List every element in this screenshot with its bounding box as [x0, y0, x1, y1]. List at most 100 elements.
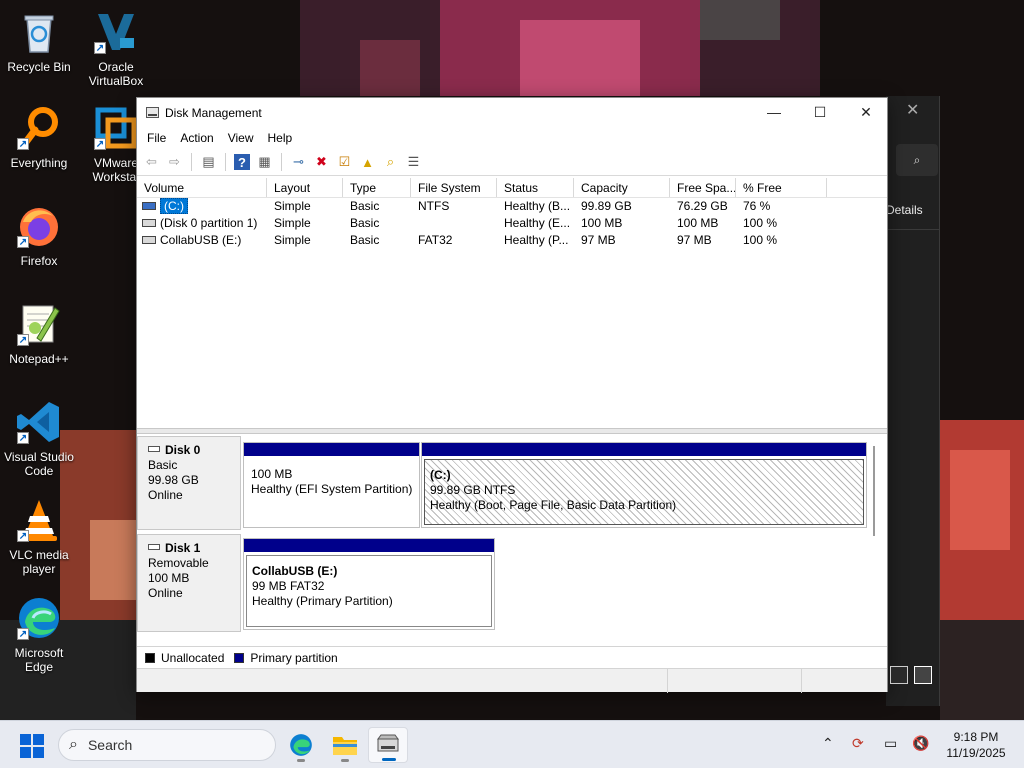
cell-type: Basic	[350, 199, 380, 213]
menu-help[interactable]: Help	[261, 131, 300, 145]
back-arrow-icon[interactable]: ⇦	[141, 152, 162, 173]
network-icon[interactable]: ▭	[884, 735, 897, 752]
sync-icon[interactable]: ⟳	[852, 735, 864, 752]
properties-icon[interactable]: ▦	[254, 152, 275, 173]
menu-action[interactable]: Action	[173, 131, 220, 145]
menu-file[interactable]: File	[140, 131, 173, 145]
cell-type: Basic	[350, 233, 380, 247]
desktop-icon-edge[interactable]: ↗ Microsoft Edge	[0, 594, 78, 674]
volume-icon	[142, 201, 156, 210]
folder-up-icon[interactable]: ▲	[357, 152, 378, 173]
desktop-icon-label: Oracle VirtualBox	[88, 60, 144, 88]
minimize-button[interactable]: —	[751, 98, 797, 127]
disk-state: Online	[148, 488, 183, 502]
column-capacity[interactable]: Capacity	[574, 178, 670, 197]
desktop-icon-label: VLC media player	[9, 548, 69, 576]
list-view-icon[interactable]: ☰	[403, 152, 424, 173]
desktop-icon-label: Firefox	[20, 254, 58, 268]
help-icon[interactable]: ?	[234, 154, 250, 170]
volume-name: CollabUSB (E:)	[160, 233, 242, 247]
start-button[interactable]	[20, 734, 44, 758]
search-placeholder: Search	[87, 737, 133, 753]
desktop-icon-virtualbox[interactable]: ↗ Oracle VirtualBox	[77, 8, 155, 88]
cell-capacity: 99.89 GB	[581, 199, 632, 213]
close-icon[interactable]: ✕	[906, 100, 919, 120]
table-row[interactable]: CollabUSB (E:) Simple Basic FAT32 Health…	[137, 232, 887, 249]
cell-layout: Simple	[274, 199, 311, 213]
maximize-button[interactable]: ☐	[797, 98, 843, 127]
background-window: ✕ ⌕ Details	[886, 96, 940, 706]
cell-file-system	[411, 215, 497, 232]
column-file-system[interactable]: File System	[411, 178, 497, 197]
cell-status: Healthy (E...	[504, 216, 571, 230]
shortcut-arrow-icon: ↗	[94, 138, 106, 150]
menu-view[interactable]: View	[221, 131, 261, 145]
partition-e[interactable]: CollabUSB (E:) 99 MB FAT32 Healthy (Prim…	[243, 538, 495, 630]
recycle-bin-icon	[15, 8, 63, 56]
menu-bar: File Action View Help	[137, 127, 887, 149]
clock-date: 11/19/2025	[946, 746, 1006, 760]
partition-efi[interactable]: 100 MB Healthy (EFI System Partition)	[243, 442, 420, 528]
disk-management-window: Disk Management — ☐ ✕ File Action View H…	[136, 97, 888, 693]
shortcut-arrow-icon: ↗	[94, 42, 106, 54]
cell-free-space: 97 MB	[677, 233, 712, 247]
partition-bar	[244, 443, 419, 456]
column-type[interactable]: Type	[343, 178, 411, 197]
disk-label[interactable]: Disk 0 Basic 99.98 GB Online	[137, 436, 241, 530]
desktop-icon-recycle-bin[interactable]: Recycle Bin	[0, 8, 78, 74]
cell-status: Healthy (P...	[504, 233, 569, 247]
volume-list-header: Volume Layout Type File System Status Ca…	[137, 178, 887, 198]
desktop-icon-vlc[interactable]: ↗ VLC media player	[0, 496, 78, 576]
toolbar-separator	[225, 153, 226, 171]
scrollbar[interactable]	[873, 446, 881, 536]
everything-search-icon: ↗	[15, 104, 63, 152]
shortcut-arrow-icon: ↗	[17, 236, 29, 248]
connect-icon[interactable]: ⊸	[288, 152, 309, 173]
folder-search-icon[interactable]: ⌕	[380, 152, 401, 173]
forward-arrow-icon[interactable]: ⇨	[164, 152, 185, 173]
desktop-icon-label: Notepad++	[9, 352, 69, 366]
virtualbox-icon: ↗	[92, 8, 140, 56]
taskbar-file-explorer[interactable]	[325, 727, 365, 763]
desktop-icon-everything[interactable]: ↗ Everything	[0, 104, 78, 170]
disk-label[interactable]: Disk 1 Removable 100 MB Online	[137, 534, 241, 632]
desktop-icon-notepadpp[interactable]: ↗ Notepad++	[0, 300, 78, 366]
taskbar-disk-management[interactable]	[368, 727, 408, 763]
column-free-space[interactable]: Free Spa...	[670, 178, 736, 197]
taskbar-edge[interactable]	[281, 727, 321, 763]
delete-icon[interactable]: ✖	[311, 152, 332, 173]
partition-c[interactable]: (C:) 99.89 GB NTFS Healthy (Boot, Page F…	[421, 442, 867, 528]
disk-management-icon	[377, 734, 399, 752]
search-icon[interactable]: ⌕	[896, 144, 938, 176]
close-button[interactable]: ✕	[843, 98, 889, 127]
chevron-up-icon[interactable]: ⌃	[822, 735, 834, 752]
volume-name: (C:)	[160, 198, 188, 214]
tiles-view-icon[interactable]	[914, 666, 932, 684]
details-view-icon[interactable]	[890, 666, 908, 684]
clock[interactable]: 9:18 PM 11/19/2025	[936, 729, 1016, 761]
check-icon[interactable]: ☑	[334, 152, 355, 173]
volume-list: Volume Layout Type File System Status Ca…	[137, 178, 887, 428]
title-bar[interactable]: Disk Management — ☐ ✕	[137, 98, 887, 127]
volume-muted-icon[interactable]: 🔇	[912, 735, 929, 752]
table-row[interactable]: (Disk 0 partition 1) Simple Basic Health…	[137, 215, 887, 232]
table-row[interactable]: (C:) Simple Basic NTFS Healthy (B... 99.…	[137, 198, 887, 215]
desktop-icon-vscode[interactable]: ↗ Visual Studio Code	[0, 398, 78, 478]
file-explorer-icon	[333, 737, 357, 755]
legend-swatch-unallocated	[145, 652, 155, 663]
column-volume[interactable]: Volume	[137, 178, 267, 197]
disk-size: 99.98 GB	[148, 473, 199, 487]
show-hide-tree-icon[interactable]: ▤	[198, 152, 219, 173]
cell-file-system: NTFS	[418, 199, 450, 213]
cell-type: Basic	[350, 216, 380, 230]
column-status[interactable]: Status	[497, 178, 574, 197]
column-percent-free[interactable]: % Free	[736, 178, 827, 197]
running-indicator	[341, 759, 349, 762]
desktop-icon-firefox[interactable]: ↗ Firefox	[0, 202, 78, 268]
desktop-icon-label: Microsoft Edge	[14, 646, 64, 674]
details-label[interactable]: Details	[886, 203, 923, 217]
shortcut-arrow-icon: ↗	[17, 432, 29, 444]
disk-state: Online	[148, 586, 183, 600]
column-layout[interactable]: Layout	[267, 178, 343, 197]
taskbar-search[interactable]: ⌕ Search	[58, 729, 276, 761]
